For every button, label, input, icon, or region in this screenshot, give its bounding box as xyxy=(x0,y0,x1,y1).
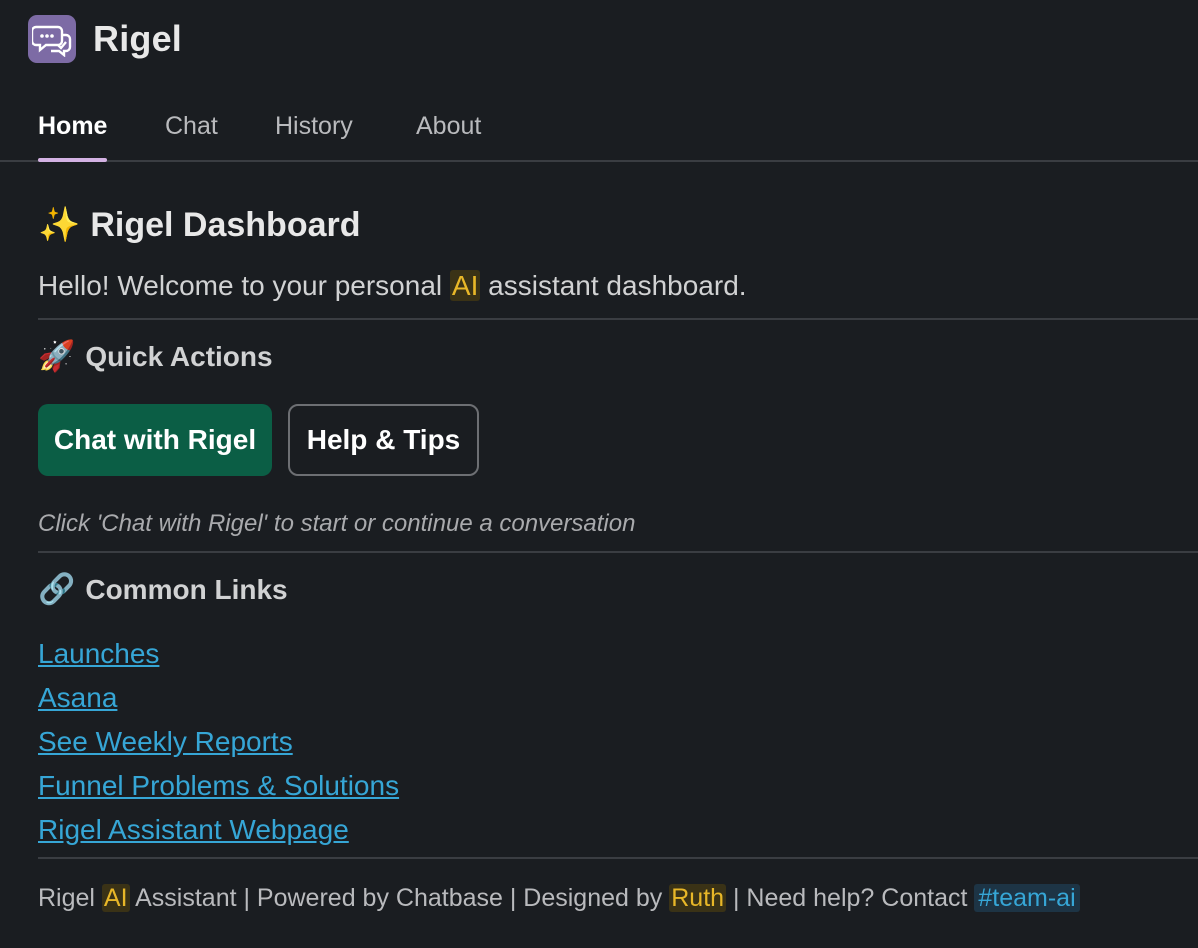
common-links-list: Launches Asana See Weekly Reports Funnel… xyxy=(38,634,399,854)
welcome-text: Hello! Welcome to your personal AI assis… xyxy=(38,270,747,302)
link-funnel-problems[interactable]: Funnel Problems & Solutions xyxy=(38,770,399,801)
footer-text: Rigel xyxy=(38,884,102,912)
link-weekly-reports[interactable]: See Weekly Reports xyxy=(38,726,293,757)
list-item: See Weekly Reports xyxy=(38,722,399,766)
dashboard-title: ✨ Rigel Dashboard xyxy=(38,205,361,245)
help-tips-button[interactable]: Help & Tips xyxy=(288,404,479,476)
link-rigel-webpage[interactable]: Rigel Assistant Webpage xyxy=(38,814,349,845)
link-asana[interactable]: Asana xyxy=(38,682,117,713)
common-links-title: 🔗 Common Links xyxy=(38,572,288,607)
footer-highlight-ai: AI xyxy=(101,884,130,912)
list-item: Rigel Assistant Webpage xyxy=(38,810,399,854)
quick-actions-title-text: Quick Actions xyxy=(85,340,273,372)
rocket-icon: 🚀 xyxy=(38,339,76,374)
welcome-text-start: Hello! Welcome to your personal xyxy=(38,270,450,301)
dashboard-title-text: Rigel Dashboard xyxy=(90,205,361,244)
tab-about[interactable]: About xyxy=(416,96,481,160)
quick-actions-title: 🚀 Quick Actions xyxy=(38,339,273,374)
sparkles-icon: ✨ xyxy=(38,205,81,245)
footer: Rigel AI Assistant | Powered by Chatbase… xyxy=(38,884,1080,913)
divider xyxy=(38,857,1198,859)
divider xyxy=(38,551,1198,553)
list-item: Asana xyxy=(38,678,399,722)
divider xyxy=(38,318,1198,320)
list-item: Funnel Problems & Solutions xyxy=(38,766,399,810)
chat-bubbles-icon xyxy=(28,15,76,63)
chat-with-rigel-button[interactable]: Chat with Rigel xyxy=(38,404,272,476)
list-item: Launches xyxy=(38,634,399,678)
common-links-title-text: Common Links xyxy=(85,573,288,605)
tab-history[interactable]: History xyxy=(275,96,353,160)
team-ai-channel-link[interactable]: #team-ai xyxy=(974,884,1080,912)
link-icon: 🔗 xyxy=(38,572,76,607)
app-header: Rigel xyxy=(28,15,182,63)
tab-bar: Home Chat History About xyxy=(0,96,1198,162)
footer-text: | Need help? Contact xyxy=(726,884,975,912)
tab-home[interactable]: Home xyxy=(38,96,108,162)
footer-text: Assistant | Powered by Chatbase | Design… xyxy=(129,884,670,912)
app-title: Rigel xyxy=(93,18,183,59)
welcome-highlight: AI xyxy=(449,270,481,301)
footer-highlight-ruth: Ruth xyxy=(669,884,727,912)
quick-actions-hint: Click 'Chat with Rigel' to start or cont… xyxy=(38,510,636,537)
tab-chat[interactable]: Chat xyxy=(165,96,218,160)
welcome-text-end: assistant dashboard. xyxy=(480,270,747,301)
link-launches[interactable]: Launches xyxy=(38,638,159,669)
